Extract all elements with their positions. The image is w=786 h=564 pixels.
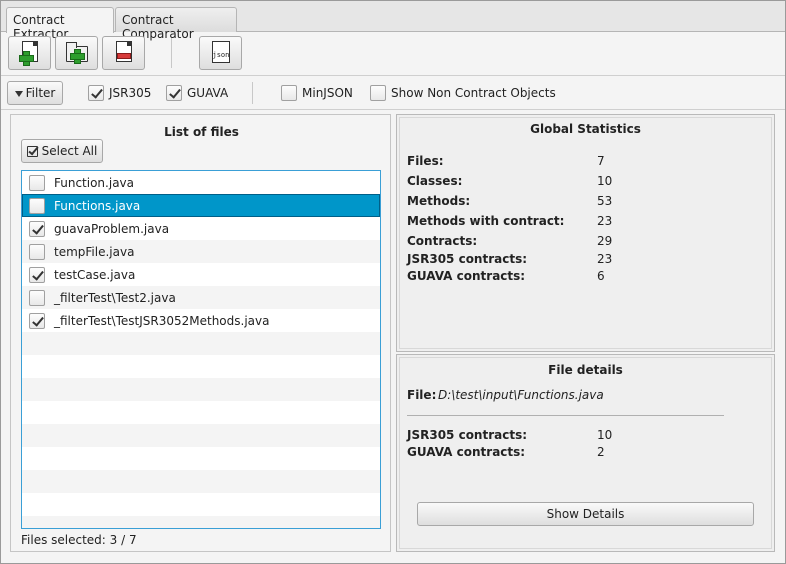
- file-name: guavaProblem.java: [54, 221, 170, 236]
- file-list-item[interactable]: tempFile.java: [22, 240, 380, 263]
- stat-label: Files:: [407, 154, 444, 168]
- checkbox-label: MinJSON: [302, 86, 353, 100]
- file-remove-icon: [112, 40, 136, 66]
- files-selected-status: Files selected: 3 / 7: [21, 533, 137, 547]
- checkbox-label: JSR305: [109, 86, 152, 100]
- file-checkbox[interactable]: [29, 266, 45, 283]
- empty-row: [22, 424, 380, 447]
- detail-value: 10: [597, 428, 613, 442]
- file-name: _filterTest\Test2.java: [54, 290, 176, 305]
- filter-button[interactable]: Filter: [7, 81, 63, 105]
- stat-value: 10: [597, 174, 613, 188]
- stat-label: Methods:: [407, 194, 471, 208]
- show-details-button[interactable]: Show Details: [417, 502, 754, 526]
- file-list[interactable]: Function.java Functions.java guavaProble…: [21, 170, 381, 529]
- file-list-item[interactable]: testCase.java: [22, 263, 380, 286]
- file-details-panel: File details File: D:\test\input\Functio…: [396, 354, 775, 552]
- guava-checkbox[interactable]: GUAVA: [166, 85, 228, 101]
- checkbox-label: Show Non Contract Objects: [391, 86, 556, 100]
- stat-label: GUAVA contracts:: [407, 269, 526, 283]
- tab-contract-comparator[interactable]: Contract Comparator: [115, 7, 237, 41]
- filter-bar: Filter JSR305 GUAVA MinJSON Show Non Con…: [1, 77, 785, 110]
- add-file-button[interactable]: [8, 36, 51, 70]
- stat-label: Classes:: [407, 174, 463, 188]
- funnel-icon: [14, 91, 23, 97]
- file-list-item[interactable]: _filterTest\Test2.java: [22, 286, 380, 309]
- file-name: Functions.java: [54, 198, 141, 213]
- file-add-icon: [18, 40, 42, 66]
- empty-row: [22, 470, 380, 493]
- checkbox-box[interactable]: [370, 85, 386, 101]
- stat-value: 7: [597, 154, 605, 168]
- remove-file-button[interactable]: [102, 36, 145, 70]
- file-checkbox[interactable]: [29, 312, 45, 329]
- file-checkbox[interactable]: [29, 197, 45, 214]
- empty-row: [22, 447, 380, 470]
- show-non-contract-objects-checkbox[interactable]: Show Non Contract Objects: [370, 85, 556, 101]
- file-list-item[interactable]: guavaProblem.java: [22, 217, 380, 240]
- select-all-button[interactable]: Select All: [21, 139, 103, 163]
- detail-label: GUAVA contracts:: [407, 445, 526, 459]
- stat-value: 53: [597, 194, 613, 208]
- stat-value: 23: [597, 252, 613, 266]
- folder-add-icon: [65, 40, 89, 66]
- file-checkbox[interactable]: [29, 174, 45, 191]
- file-list-item[interactable]: Functions.java: [22, 194, 380, 217]
- filter-button-label: Filter: [25, 86, 56, 100]
- file-name: tempFile.java: [54, 244, 135, 259]
- json-file-icon: json: [209, 40, 233, 66]
- file-name: _filterTest\TestJSR3052Methods.java: [54, 313, 270, 328]
- files-panel: List of files Select All Function.java F…: [10, 114, 391, 552]
- tab-contract-extractor[interactable]: Contract Extractor: [6, 7, 114, 41]
- application-window: Contract Extractor Contract Comparator j…: [0, 0, 786, 564]
- stat-label: Contracts:: [407, 234, 478, 248]
- stat-label: Methods with contract:: [407, 214, 565, 228]
- stat-value: 6: [597, 269, 605, 283]
- empty-row: [22, 493, 380, 516]
- file-checkbox[interactable]: [29, 289, 45, 306]
- tab-bar: Contract Extractor Contract Comparator: [1, 1, 785, 41]
- open-folder-button[interactable]: [55, 36, 98, 70]
- file-checkbox[interactable]: [29, 243, 45, 260]
- checkbox-box[interactable]: [166, 85, 182, 101]
- filter-separator: [252, 82, 253, 104]
- file-details-title: File details: [548, 363, 623, 377]
- jsr305-checkbox[interactable]: JSR305: [88, 85, 151, 101]
- empty-row: [22, 355, 380, 378]
- file-list-item[interactable]: _filterTest\TestJSR3052Methods.java: [22, 309, 380, 332]
- stat-value: 29: [597, 234, 613, 248]
- stat-label: JSR305 contracts:: [407, 252, 528, 266]
- detail-label: JSR305 contracts:: [407, 428, 528, 442]
- file-checkbox[interactable]: [29, 220, 45, 237]
- empty-row: [22, 401, 380, 424]
- stat-value: 23: [597, 214, 613, 228]
- empty-row: [22, 516, 380, 528]
- global-statistics-title: Global Statistics: [530, 122, 641, 136]
- file-list-item[interactable]: Function.java: [22, 171, 380, 194]
- file-name: testCase.java: [54, 267, 136, 282]
- file-label: File:: [407, 388, 437, 402]
- empty-row: [22, 378, 380, 401]
- toolbar-separator: [171, 38, 172, 68]
- minjson-checkbox[interactable]: MinJSON: [281, 85, 353, 101]
- details-divider: [407, 415, 724, 416]
- detail-value: 2: [597, 445, 605, 459]
- files-panel-title: List of files: [164, 125, 239, 139]
- checkbox-box[interactable]: [281, 85, 297, 101]
- empty-row: [22, 332, 380, 355]
- export-json-button[interactable]: json: [199, 36, 242, 70]
- toolbar: json: [1, 32, 785, 76]
- select-all-label: Select All: [41, 144, 98, 158]
- checkbox-box[interactable]: [88, 85, 104, 101]
- file-name: Function.java: [54, 175, 134, 190]
- check-square-icon: [26, 145, 38, 157]
- global-statistics-panel: Global Statistics Files: 7 Classes: 10 M…: [396, 114, 775, 352]
- checkbox-label: GUAVA: [187, 86, 229, 100]
- file-path: D:\test\input\Functions.java: [438, 388, 604, 402]
